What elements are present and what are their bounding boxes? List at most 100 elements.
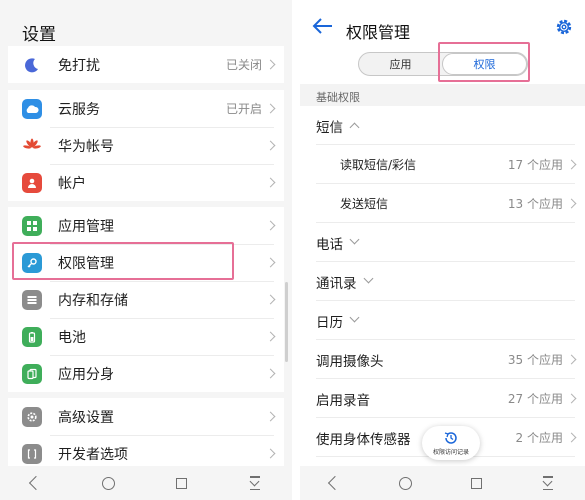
settings-item-permission-management[interactable]: 权限管理 bbox=[8, 244, 284, 281]
tab-switcher: 应用 权限 bbox=[358, 52, 528, 76]
tab-apps[interactable]: 应用 bbox=[359, 53, 442, 75]
chevron-right-icon bbox=[566, 159, 577, 170]
chevron-down-icon bbox=[363, 273, 373, 284]
chevron-right-icon bbox=[566, 354, 577, 365]
chevron-right-icon bbox=[265, 257, 276, 268]
notification-pulldown-icon[interactable] bbox=[248, 476, 262, 490]
permission-label: 发送短信 bbox=[340, 197, 389, 211]
chevron-right-icon bbox=[265, 411, 276, 422]
settings-group-4: 高级设置 开发者选项 bbox=[8, 398, 284, 472]
settings-group-3: 应用管理 权限管理 内存和存储 电池 应用分身 bbox=[8, 207, 284, 392]
settings-item-label: 开发者选项 bbox=[58, 446, 128, 463]
permission-app-count: 2 个应用 bbox=[515, 431, 563, 445]
permission-row-sms[interactable]: 短信 bbox=[300, 106, 585, 145]
chevron-right-icon bbox=[265, 140, 276, 151]
cloud-icon bbox=[22, 98, 42, 119]
settings-item-battery[interactable]: 电池 bbox=[8, 318, 284, 355]
account-icon bbox=[22, 172, 42, 193]
notification-pulldown-icon[interactable] bbox=[541, 476, 555, 490]
settings-item-label: 应用管理 bbox=[58, 218, 114, 235]
settings-item-label: 权限管理 bbox=[58, 255, 114, 272]
permission-label: 启用录音 bbox=[316, 392, 370, 409]
settings-item-huawei-account[interactable]: 华为帐号 bbox=[8, 127, 284, 164]
settings-item-account[interactable]: 帐户 bbox=[8, 164, 284, 201]
navigation-bar bbox=[0, 466, 292, 500]
permission-history-label: 权限访问记录 bbox=[432, 449, 469, 456]
settings-item-label: 云服务 bbox=[58, 101, 100, 118]
chevron-right-icon bbox=[265, 294, 276, 305]
battery-icon bbox=[22, 326, 42, 347]
settings-group-2: 云服务 已开启 华为帐号 帐户 bbox=[8, 90, 284, 201]
recents-nav-icon[interactable] bbox=[175, 477, 187, 489]
chevron-right-icon bbox=[566, 432, 577, 443]
gear-icon bbox=[22, 406, 42, 427]
screen-divider bbox=[292, 0, 300, 500]
settings-item-do-not-disturb[interactable]: 免打扰 已关闭 bbox=[8, 46, 284, 83]
permission-row-send-sms[interactable]: 发送短信 13 个应用 bbox=[300, 184, 585, 223]
permission-row-calendar[interactable]: 日历 bbox=[300, 301, 585, 340]
chevron-up-icon bbox=[349, 122, 360, 133]
permission-row-contacts[interactable]: 通讯录 bbox=[300, 262, 585, 301]
chevron-right-icon bbox=[265, 177, 276, 188]
section-header: 基础权限 bbox=[300, 84, 585, 106]
section-header-label: 基础权限 bbox=[316, 91, 360, 104]
home-nav-icon[interactable] bbox=[398, 476, 412, 490]
settings-item-status: 已开启 bbox=[225, 102, 262, 116]
chevron-right-icon bbox=[265, 220, 276, 231]
settings-item-label: 华为帐号 bbox=[58, 138, 114, 155]
settings-item-label: 帐户 bbox=[58, 175, 86, 192]
permission-label: 通讯录 bbox=[316, 275, 357, 292]
chevron-right-icon bbox=[566, 393, 577, 404]
permission-row-camera[interactable]: 调用摄像头 35 个应用 bbox=[300, 340, 585, 379]
chevron-down-icon bbox=[349, 234, 360, 245]
chevron-right-icon bbox=[265, 368, 276, 379]
settings-item-advanced[interactable]: 高级设置 bbox=[8, 398, 284, 435]
home-nav-icon[interactable] bbox=[101, 476, 115, 490]
app-twin-icon bbox=[22, 363, 42, 384]
chevron-down-icon bbox=[349, 312, 360, 323]
moon-icon bbox=[22, 55, 42, 75]
settings-item-status: 已关闭 bbox=[225, 58, 262, 72]
permission-row-microphone[interactable]: 启用录音 27 个应用 bbox=[300, 379, 585, 418]
permission-label: 短信 bbox=[316, 119, 343, 136]
permission-label: 日历 bbox=[316, 314, 343, 331]
settings-item-cloud[interactable]: 云服务 已开启 bbox=[8, 90, 284, 127]
permission-list: 短信 读取短信/彩信 17 个应用 发送短信 13 个应用 电话 通讯录 日历 … bbox=[300, 106, 585, 457]
chevron-right-icon bbox=[566, 198, 577, 209]
back-nav-icon[interactable] bbox=[28, 475, 43, 491]
permission-row-phone[interactable]: 电话 bbox=[300, 223, 585, 262]
permission-label: 电话 bbox=[316, 236, 343, 253]
developer-brackets-icon bbox=[22, 443, 42, 464]
permission-label: 调用摄像头 bbox=[316, 353, 384, 370]
settings-item-app-twin[interactable]: 应用分身 bbox=[8, 355, 284, 392]
back-nav-icon[interactable] bbox=[327, 475, 342, 491]
page-title: 权限管理 bbox=[346, 23, 411, 42]
page-title: 设置 bbox=[22, 25, 56, 45]
navigation-bar bbox=[300, 466, 585, 500]
settings-item-storage[interactable]: 内存和存储 bbox=[8, 281, 284, 318]
permission-app-count: 17 个应用 bbox=[507, 158, 563, 172]
permission-label: 使用身体传感器 bbox=[316, 431, 411, 448]
permission-row-read-sms[interactable]: 读取短信/彩信 17 个应用 bbox=[300, 145, 585, 184]
permission-app-count: 27 个应用 bbox=[507, 392, 563, 406]
history-clock-icon bbox=[444, 432, 457, 444]
permission-history-button[interactable]: 权限访问记录 bbox=[422, 426, 480, 460]
apps-grid-icon bbox=[22, 215, 42, 236]
gear-icon[interactable] bbox=[555, 18, 573, 36]
chevron-right-icon bbox=[265, 103, 276, 114]
permission-app-count: 13 个应用 bbox=[507, 197, 563, 211]
scrollbar[interactable] bbox=[285, 282, 288, 362]
chevron-right-icon bbox=[265, 59, 276, 70]
back-arrow-icon[interactable] bbox=[312, 16, 334, 36]
settings-screen: 设置 免打扰 已关闭 云服务 已开启 华为帐号 帐户 应用管理 权限管理 内存和… bbox=[0, 0, 292, 500]
settings-item-label: 内存和存储 bbox=[58, 292, 128, 309]
permission-app-count: 35 个应用 bbox=[507, 353, 563, 367]
recents-nav-icon[interactable] bbox=[471, 477, 483, 489]
tab-permissions[interactable]: 权限 bbox=[442, 53, 527, 75]
permission-screen: 权限管理 应用 权限 基础权限 短信 读取短信/彩信 17 个应用 发送短信 1… bbox=[300, 0, 585, 500]
permission-header: 权限管理 bbox=[300, 0, 585, 48]
chevron-right-icon bbox=[265, 448, 276, 459]
settings-item-label: 电池 bbox=[58, 329, 86, 346]
settings-header: 设置 bbox=[0, 0, 292, 45]
settings-item-app-management[interactable]: 应用管理 bbox=[8, 207, 284, 244]
